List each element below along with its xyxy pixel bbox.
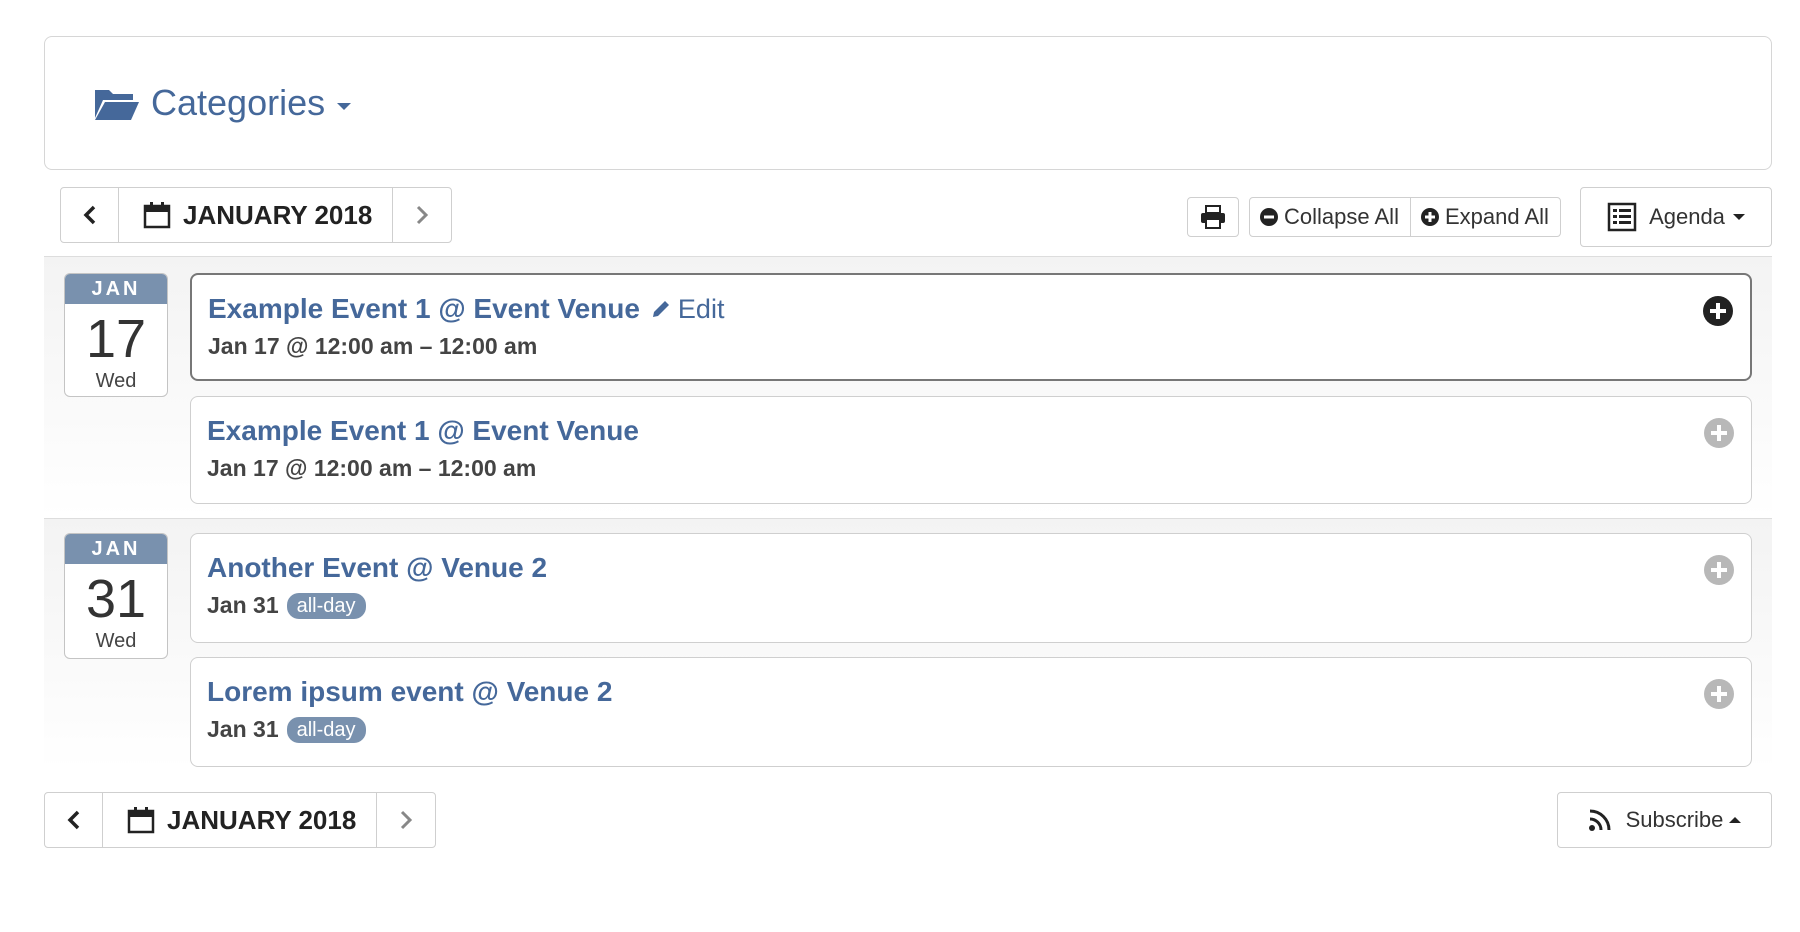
minus-circle-icon	[1260, 208, 1278, 226]
chevron-left-icon	[83, 205, 95, 225]
agenda-day: JAN 31 Wed Another Event @ Venue 2 Jan 3…	[44, 518, 1772, 770]
pencil-icon	[652, 301, 669, 317]
collapse-expand-group: Collapse All Expand All	[1249, 197, 1561, 237]
event-time: Jan 17 @ 12:00 am – 12:00 am	[208, 333, 538, 359]
event-title[interactable]: Another Event @ Venue 2	[207, 552, 547, 584]
categories-dropdown[interactable]: Categories	[93, 82, 352, 124]
categories-panel: Categories	[44, 36, 1772, 170]
prev-month-button[interactable]	[61, 188, 119, 242]
edit-label: Edit	[677, 293, 725, 324]
event-title[interactable]: Example Event 1 @ Event Venue	[207, 415, 639, 447]
collapse-all-button[interactable]: Collapse All	[1250, 198, 1410, 236]
categories-label: Categories	[151, 82, 326, 123]
date-month: JAN	[65, 274, 167, 304]
event-card[interactable]: Lorem ipsum event @ Venue 2 Jan 31 all-d…	[190, 657, 1752, 767]
plus-circle-icon	[1420, 208, 1439, 226]
event-title[interactable]: Example Event 1 @ Event Venue	[208, 293, 640, 325]
all-day-badge: all-day	[286, 716, 366, 743]
event-time: Jan 31	[207, 716, 279, 742]
event-time: Jan 17 @ 12:00 am – 12:00 am	[207, 455, 537, 481]
print-button[interactable]	[1187, 197, 1239, 237]
date-badge: JAN 17 Wed	[64, 273, 168, 397]
event-title-row: Example Event 1 @ Event Venue Edit	[208, 293, 724, 325]
prev-month-button[interactable]	[45, 793, 103, 847]
event-time-row: Jan 31 all-day	[207, 716, 366, 743]
expand-event-icon[interactable]	[1703, 678, 1735, 710]
view-label: Agenda	[1649, 204, 1725, 229]
month-label: JANUARY 2018	[167, 804, 357, 835]
caret-down-icon	[337, 102, 352, 110]
view-selector-button[interactable]: Agenda	[1580, 187, 1772, 247]
expand-all-label: Expand All	[1444, 204, 1549, 229]
expand-event-icon[interactable]	[1703, 554, 1735, 586]
agenda-list-icon	[1607, 202, 1637, 232]
collapse-all-label: Collapse All	[1284, 204, 1399, 229]
caret-up-icon	[1729, 817, 1742, 823]
date-day: 17	[85, 309, 147, 369]
next-month-button[interactable]	[377, 793, 435, 847]
event-time: Jan 31	[207, 592, 279, 618]
date-day: 31	[85, 569, 147, 629]
caret-down-icon	[1732, 214, 1745, 220]
chevron-right-icon	[401, 810, 413, 830]
expand-event-icon[interactable]	[1703, 417, 1735, 449]
expand-event-icon[interactable]	[1702, 295, 1734, 327]
date-badge: JAN 31 Wed	[64, 533, 168, 659]
date-weekday: Wed	[95, 630, 137, 652]
expand-all-button[interactable]: Expand All	[1409, 198, 1560, 236]
next-month-button[interactable]	[393, 188, 451, 242]
event-time-row: Jan 31 all-day	[207, 592, 366, 619]
month-navigator-top: JANUARY 2018	[60, 187, 453, 243]
all-day-badge: all-day	[286, 592, 366, 619]
agenda-day: JAN 17 Wed Example Event 1 @ Event Venue…	[44, 256, 1772, 518]
event-card[interactable]: Example Event 1 @ Event Venue Edit Jan 1…	[190, 273, 1752, 381]
subscribe-button[interactable]: Subscribe	[1557, 792, 1772, 848]
event-card[interactable]: Another Event @ Venue 2 Jan 31 all-day	[190, 533, 1752, 643]
date-weekday: Wed	[95, 370, 137, 392]
month-picker-button[interactable]: JANUARY 2018	[103, 793, 378, 847]
month-label: JANUARY 2018	[183, 199, 373, 230]
subscribe-label: Subscribe	[1625, 807, 1724, 832]
rss-icon	[1588, 809, 1611, 831]
month-navigator-bottom: JANUARY 2018	[44, 792, 437, 848]
chevron-left-icon	[67, 810, 79, 830]
folder-open-icon	[95, 90, 139, 120]
event-title[interactable]: Lorem ipsum event @ Venue 2	[207, 676, 612, 708]
event-card[interactable]: Example Event 1 @ Event Venue Jan 17 @ 1…	[190, 396, 1752, 504]
printer-icon	[1201, 205, 1225, 229]
month-picker-button[interactable]: JANUARY 2018	[119, 188, 394, 242]
calendar-icon	[143, 202, 171, 229]
chevron-right-icon	[417, 205, 429, 225]
calendar-icon	[127, 807, 155, 834]
date-month: JAN	[65, 534, 167, 564]
edit-link[interactable]: Edit	[650, 293, 725, 325]
